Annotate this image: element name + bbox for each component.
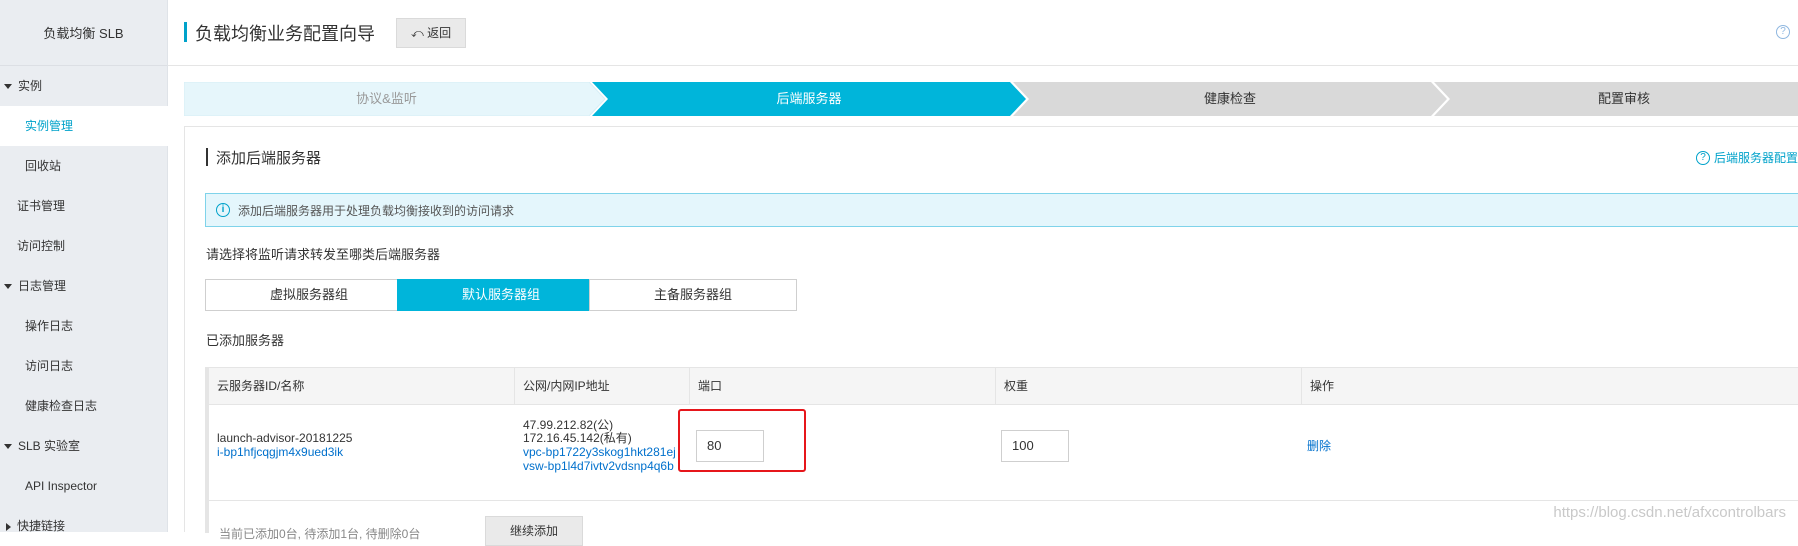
sidebar-group-instance[interactable]: 实例: [0, 66, 168, 106]
sidebar-item-label: 操作日志: [25, 319, 74, 333]
table-row: launch-advisor-20181225 i-bp1hfjcqgjm4x9…: [209, 405, 1798, 501]
caret-down-icon: [4, 444, 12, 450]
help-icon[interactable]: ?: [1776, 25, 1790, 39]
sidebar-item-label: SLB 实验室: [18, 439, 81, 453]
help-link-label: 后端服务器配置: [1713, 151, 1798, 165]
step-protocol-listener: 协议&监听: [356, 91, 417, 106]
sidebar-title: 负载均衡 SLB: [0, 0, 167, 66]
back-button[interactable]: ⤺ 返回: [396, 18, 467, 48]
sidebar: 负载均衡 SLB 实例 实例管理 回收站 证书管理 访问控制 日志管理 操作日志…: [0, 0, 168, 533]
title-accent-bar: [184, 22, 187, 42]
added-servers-label: 已添加服务器: [206, 333, 285, 348]
undo-arrow-icon: ⤺: [411, 26, 424, 40]
continue-add-button[interactable]: 继续添加: [485, 516, 583, 546]
vpc-link[interactable]: vpc-bp1722y3skog1hkt281ej: [523, 445, 676, 460]
sidebar-item-access-control[interactable]: 访问控制: [0, 226, 168, 266]
server-id-link[interactable]: i-bp1hfjcqgjm4x9ued3ik: [217, 445, 343, 460]
caret-down-icon: [4, 284, 12, 290]
step-review: 配置审核: [1597, 91, 1650, 106]
footer-status: 当前已添加0台, 待添加1台, 待删除0台: [219, 527, 421, 541]
sidebar-item-instance-manage[interactable]: 实例管理: [0, 106, 168, 146]
watermark: https://blog.csdn.net/afxcontrolbars: [1553, 504, 1786, 521]
col-weight: 权重: [996, 368, 1302, 405]
col-action: 操作: [1310, 379, 1335, 393]
sidebar-item-label: 实例: [18, 79, 43, 93]
page-header: 负载均衡业务配置向导 ⤺ 返回 ?: [168, 0, 1798, 66]
sidebar-item-label: API Inspector: [25, 479, 98, 493]
sidebar-item-label: 访问控制: [17, 239, 66, 253]
info-text: 添加后端服务器用于处理负载均衡接收到的访问请求: [238, 203, 515, 218]
question-icon: ?: [1695, 150, 1710, 165]
step-backend-servers: 后端服务器: [776, 91, 842, 106]
step-health-check: 健康检查: [1203, 91, 1256, 106]
info-banner: i 添加后端服务器用于处理负载均衡接收到的访问请求: [205, 193, 1798, 227]
private-ip: 172.16.45.142(私有): [523, 431, 632, 445]
weight-input[interactable]: 100: [1001, 430, 1069, 462]
sidebar-item-label: 实例管理: [25, 119, 74, 133]
sidebar-group-lab[interactable]: SLB 实验室: [0, 426, 168, 466]
sidebar-item-api-inspector[interactable]: API Inspector: [0, 466, 168, 506]
section-accent-bar: [206, 148, 208, 166]
choose-label: 请选择将监听请求转发至哪类后端服务器: [206, 247, 441, 262]
sidebar-item-label: 回收站: [25, 159, 62, 173]
page-title: 负载均衡业务配置向导: [195, 24, 375, 44]
sidebar-item-label: 证书管理: [17, 199, 66, 213]
table-header: 云服务器ID/名称 公网/内网IP地址 端口 权重 操作: [209, 367, 1798, 405]
sidebar-item-label: 日志管理: [18, 279, 67, 293]
caret-right-icon: [6, 522, 11, 531]
server-group-default[interactable]: 默认服务器组: [397, 279, 605, 311]
sidebar-group-logs[interactable]: 日志管理: [0, 266, 168, 306]
sidebar-item-health-log[interactable]: 健康检查日志: [0, 386, 168, 426]
sidebar-group-quick-links[interactable]: 快捷链接: [0, 506, 168, 546]
server-group-primary-backup[interactable]: 主备服务器组: [589, 279, 797, 311]
sidebar-item-label: 访问日志: [25, 359, 74, 373]
sidebar-item-label: 快捷链接: [17, 519, 66, 533]
caret-down-icon: [4, 84, 12, 90]
section-title: 添加后端服务器: [216, 150, 322, 167]
back-button-label: 返回: [427, 26, 452, 40]
sidebar-item-recycle[interactable]: 回收站: [0, 146, 168, 186]
sidebar-item-access-log[interactable]: 访问日志: [0, 346, 168, 386]
server-group-virtual[interactable]: 虚拟服务器组: [205, 279, 413, 311]
col-ip: 公网/内网IP地址: [515, 368, 690, 405]
help-link[interactable]: ? 后端服务器配置: [1695, 149, 1798, 166]
wizard-steps: 协议&监听 后端服务器 健康检查 配置审核: [184, 82, 1798, 116]
sidebar-item-certs[interactable]: 证书管理: [0, 186, 168, 226]
highlight-box: [678, 409, 806, 472]
main-panel: 添加后端服务器 ? 后端服务器配置 i 添加后端服务器用于处理负载均衡接收到的访…: [184, 126, 1798, 546]
vsw-link[interactable]: vsw-bp1l4d7ivtv2vdsnp4q6b: [523, 459, 674, 474]
col-port: 端口: [690, 368, 996, 405]
server-name: launch-advisor-20181225: [217, 431, 353, 445]
public-ip-text: 47.99.212.82(公): [523, 418, 614, 432]
sidebar-item-operation-log[interactable]: 操作日志: [0, 306, 168, 346]
delete-link[interactable]: 删除: [1307, 439, 1331, 454]
sidebar-item-label: 健康检查日志: [25, 399, 98, 413]
info-icon: i: [216, 203, 230, 217]
col-server-id: 云服务器ID/名称: [209, 368, 515, 405]
